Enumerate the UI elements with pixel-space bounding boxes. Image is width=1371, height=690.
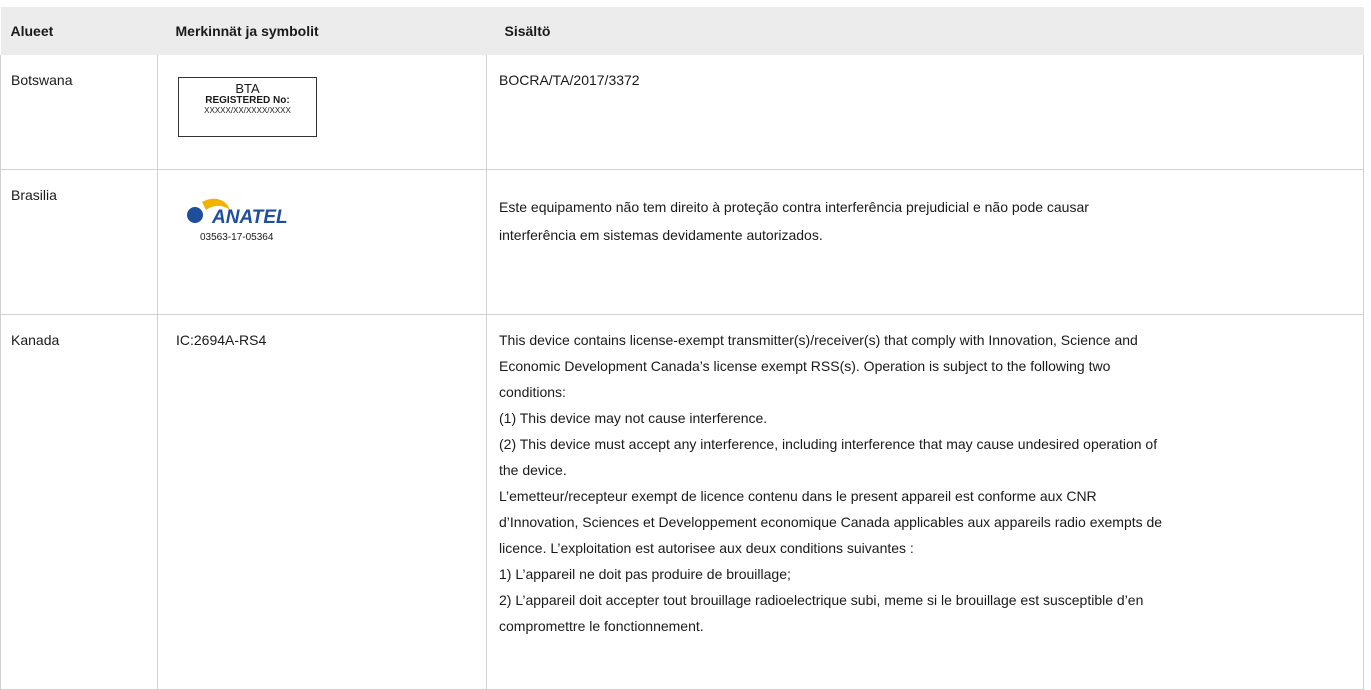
content-line: d’Innovation, Sciences et Developpement … [499,514,1163,530]
content-line: This device contains license-exempt tran… [499,332,1138,348]
bta-registered-label: REGISTERED No: [205,95,290,106]
content-text: This device contains license-exempt tran… [499,327,1349,639]
content-line: L’emetteur/recepteur exempt de licence c… [499,488,1097,504]
mark-cell: IC:2694A-RS4 [157,314,487,690]
region-cell: Botswana [0,55,158,170]
content-line: compromettre le fonctionnement. [499,618,704,634]
content-cell: This device contains license-exempt tran… [486,314,1364,690]
table-row: Kanada IC:2694A-RS4 This device contains… [0,314,1364,690]
content-line: Economic Development Canada’s license ex… [499,358,1111,374]
content-line: (1) This device may not cause interferen… [499,410,768,426]
header-marks: Merkinnät ja symbolit [157,7,487,55]
anatel-logo-text: ANATEL [211,207,288,226]
mark-cell: BTA REGISTERED No: XXXXX/XX/XXXX/XXXX [157,55,487,170]
region-cell: Kanada [0,314,158,690]
content-line: licence. L’exploitation est autorisee au… [499,540,914,556]
content-cell: BOCRA/TA/2017/3372 [486,55,1364,170]
content-line: 2) L’appareil doit accepter tout brouill… [499,592,1144,608]
content-line: 1) L’appareil ne doit pas produire de br… [499,566,791,582]
header-content: Sisältö [486,7,1364,55]
bta-title: BTA [235,81,260,96]
content-line: interferência em sistemas devidamente au… [499,227,823,243]
table-row: Botswana BTA REGISTERED No: XXXXX/XX/XXX… [0,55,1364,170]
content-cell: Este equipamento não tem direito à prote… [486,169,1364,315]
table-row: Brasilia ANATEL 03563-17-05364 Este equi… [0,169,1364,315]
content-line: conditions: [499,384,566,400]
anatel-blue-dot [187,207,203,223]
bta-registration-number: XXXXX/XX/XXXX/XXXX [204,106,291,115]
anatel-code: 03563-17-05364 [200,232,274,243]
region-cell: Brasilia [0,169,158,315]
content-line: BOCRA/TA/2017/3372 [499,72,640,88]
content-line: the device. [499,462,567,478]
content-text: Este equipamento não tem direito à prote… [499,184,1349,246]
page: Alueet Merkinnät ja symbolit Sisältö Bot… [0,0,1371,690]
regulatory-table: Alueet Merkinnät ja symbolit Sisältö Bot… [0,7,1364,690]
content-line: Este equipamento não tem direito à prote… [499,199,1089,215]
bta-registration-mark: BTA REGISTERED No: XXXXX/XX/XXXX/XXXX [178,77,317,137]
anatel-logo-graphic: ANATEL [187,198,288,226]
table-header-row: Alueet Merkinnät ja symbolit Sisältö [0,7,1364,55]
anatel-logo: ANATEL 03563-17-05364 [186,196,326,249]
header-regions: Alueet [0,7,158,55]
content-text: BOCRA/TA/2017/3372 [499,69,1349,91]
content-line: (2) This device must accept any interfer… [499,436,1158,452]
mark-cell: ANATEL 03563-17-05364 [157,169,487,315]
